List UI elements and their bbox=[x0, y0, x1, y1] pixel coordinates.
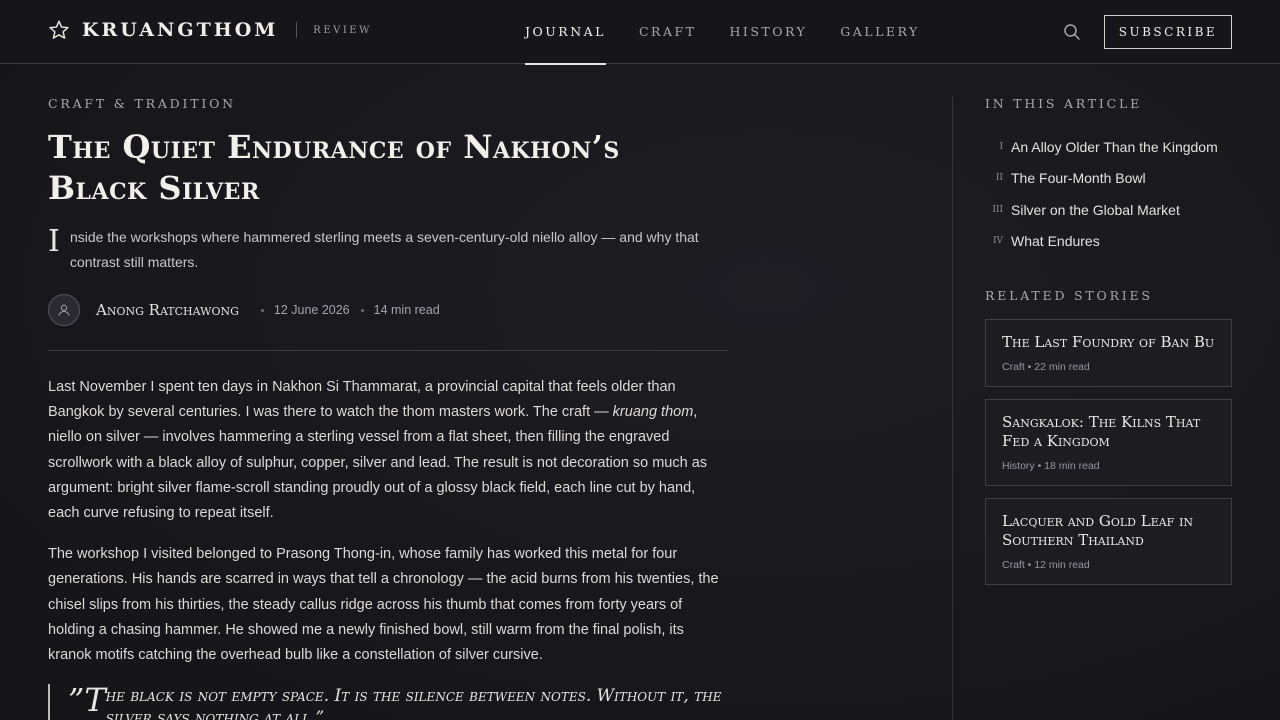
toc-label: What Endures bbox=[1011, 233, 1100, 250]
article: Craft & Tradition The Quiet Endurance of… bbox=[48, 64, 728, 720]
emphasis-term: kruang thom bbox=[612, 404, 694, 421]
related-story-meta: Craft • 12 min read bbox=[1002, 559, 1090, 571]
related-story-card[interactable]: Sangkalok: The Kilns That Fed a Kingdom … bbox=[985, 399, 1232, 486]
toc-number: IV bbox=[992, 236, 1003, 247]
nav-gallery[interactable]: GALLERY bbox=[840, 0, 920, 64]
sidebar-divider bbox=[952, 96, 953, 720]
main-nav: JOURNAL CRAFT HISTORY GALLERY bbox=[525, 0, 953, 65]
related-story-title: The Last Foundry of Ban Bu bbox=[1002, 333, 1215, 351]
dek-text: nside the workshops where hammered sterl… bbox=[69, 229, 699, 270]
toc-heading: In this article bbox=[985, 96, 1143, 111]
toc-label: The Four-Month Bowl bbox=[1011, 170, 1146, 187]
body-text: , niello on silver — involves hammering … bbox=[48, 404, 708, 522]
brand-divider bbox=[296, 22, 298, 38]
publish-date: 12 June 2026 bbox=[273, 303, 350, 317]
toc-item[interactable]: III Silver on the Global Market bbox=[985, 194, 1232, 226]
toc-label: Silver on the Global Market bbox=[1011, 201, 1180, 218]
quote-drop-cap: ”T bbox=[68, 681, 106, 720]
body-text: Last November I spent ten days in Nakhon… bbox=[48, 379, 676, 421]
sidebar: In this article I An Alloy Older Than th… bbox=[985, 64, 1232, 597]
table-of-contents: I An Alloy Older Than the Kingdom II The… bbox=[985, 131, 1232, 257]
article-title: The Quiet Endurance of Nakhon’s Black Si… bbox=[48, 128, 620, 207]
body-paragraph: The workshop I visited belonged to Praso… bbox=[48, 546, 719, 664]
toc-label: An Alloy Older Than the Kingdom bbox=[1011, 138, 1218, 155]
dek-drop-cap: I bbox=[48, 224, 60, 259]
toc-item[interactable]: I An Alloy Older Than the Kingdom bbox=[985, 131, 1232, 163]
nav-history[interactable]: HISTORY bbox=[730, 0, 808, 64]
related-story-card[interactable]: Lacquer and Gold Leaf in Southern Thaila… bbox=[985, 498, 1232, 585]
article-category[interactable]: Craft & Tradition bbox=[48, 96, 728, 111]
related-heading: Related stories bbox=[985, 288, 1153, 303]
pull-quote: ”T he black is not empty space. It is th… bbox=[48, 684, 728, 720]
nav-craft[interactable]: CRAFT bbox=[639, 0, 697, 64]
related-story-title: Sangkalok: The Kilns That Fed a Kingdom bbox=[1002, 413, 1201, 450]
top-navigation-bar: KRUANGTHOM REVIEW JOURNAL CRAFT HISTORY … bbox=[0, 0, 1280, 65]
avatar[interactable] bbox=[48, 294, 80, 326]
meta-separator bbox=[360, 308, 364, 312]
meta-separator bbox=[260, 308, 264, 312]
toc-number: III bbox=[992, 204, 1003, 215]
user-icon bbox=[58, 304, 70, 316]
related-stories: The Last Foundry of Ban Bu Craft • 22 mi… bbox=[985, 319, 1232, 585]
related-story-meta: Craft • 22 min read bbox=[1002, 361, 1090, 373]
star-icon bbox=[49, 20, 69, 39]
toc-number: II bbox=[995, 173, 1003, 184]
toc-item[interactable]: IV What Endures bbox=[985, 226, 1232, 258]
related-story-title: Lacquer and Gold Leaf in Southern Thaila… bbox=[1002, 512, 1194, 549]
brand-subtitle: REVIEW bbox=[313, 24, 372, 36]
nav-journal[interactable]: JOURNAL bbox=[525, 0, 606, 65]
author-name[interactable]: Anong Ratchawong bbox=[96, 301, 239, 319]
body-paragraph: Last November I spent ten days in Nakhon… bbox=[48, 375, 728, 526]
related-story-meta: History • 18 min read bbox=[1002, 460, 1100, 472]
subscribe-button[interactable]: SUBSCRIBE bbox=[1104, 15, 1232, 49]
search-icon[interactable] bbox=[1063, 23, 1081, 41]
brand[interactable]: KRUANGTHOM REVIEW bbox=[48, 19, 372, 41]
related-story-card[interactable]: The Last Foundry of Ban Bu Craft • 22 mi… bbox=[985, 319, 1232, 387]
byline-divider bbox=[48, 350, 728, 351]
toc-item[interactable]: II The Four-Month Bowl bbox=[985, 163, 1232, 195]
quote-text: he black is not empty space. It is the s… bbox=[105, 686, 722, 720]
brand-name: KRUANGTHOM bbox=[82, 19, 279, 41]
article-dek: I nside the workshops where hammered ste… bbox=[48, 224, 728, 275]
read-time: 14 min read bbox=[373, 303, 440, 317]
toc-number: I bbox=[999, 141, 1003, 152]
byline: Anong Ratchawong 12 June 2026 14 min rea… bbox=[48, 294, 728, 326]
